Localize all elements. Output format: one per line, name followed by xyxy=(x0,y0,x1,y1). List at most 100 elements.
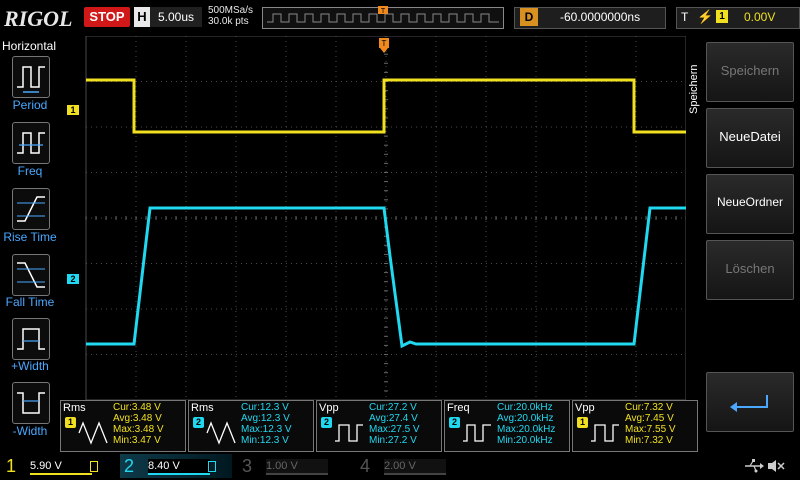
positive-width-icon xyxy=(17,328,45,350)
fall-time-label: Fall Time xyxy=(5,295,55,309)
measurement-max: Max:12.3 V xyxy=(241,424,292,435)
measurement-min: Min:27.2 V xyxy=(369,435,417,446)
measurement-min: Min:20.0kHz xyxy=(497,435,553,446)
menu-title: Speichern xyxy=(688,64,700,114)
measurement-values: Cur:12.3 V Avg:12.3 V Max:12.3 V Min:12.3 V xyxy=(241,402,292,446)
measurement-min: Min:3.47 V xyxy=(113,435,161,446)
measurement-box[interactable]: Vpp 2 Cur:27.2 V Avg:27.4 V Max:27.5 V Min:27… xyxy=(316,400,442,452)
channel-4-number: 4 xyxy=(360,456,371,476)
svg-text:T: T xyxy=(382,39,387,48)
frequency-button[interactable] xyxy=(12,122,50,164)
vpp-icon xyxy=(335,424,363,442)
measurement-avg: Avg:7.45 V xyxy=(625,413,674,424)
positive-width-label: +Width xyxy=(11,359,49,373)
return-arrow-icon xyxy=(730,395,768,412)
measurement-name: Rms xyxy=(191,402,214,414)
bandwidth-limit-icon xyxy=(208,461,216,472)
run-stop-indicator[interactable]: STOP xyxy=(84,7,130,27)
measurement-box[interactable]: Rms 2 Cur:12.3 V Avg:12.3 V Max:12.3 V Min:12… xyxy=(188,400,314,452)
measurement-values: Cur:20.0kHz Avg:20.0kHz Max:20.0kHz Min:20.… xyxy=(497,402,555,446)
trigger-status-box[interactable] xyxy=(676,7,800,29)
negative-width-button[interactable] xyxy=(12,382,50,424)
measurement-box[interactable]: Vpp 1 Cur:7.32 V Avg:7.45 V Max:7.55 V Min:7.… xyxy=(572,400,698,452)
measurement-name: Vpp xyxy=(575,402,595,414)
frequency-icon xyxy=(463,424,491,442)
delay-value: -60.0000000ns xyxy=(560,10,641,24)
return-softkey[interactable] xyxy=(706,372,794,432)
negative-width-icon xyxy=(17,392,45,414)
new-file-softkey-label: NeueDatei xyxy=(719,129,781,144)
measurement-cur: Cur:3.48 V xyxy=(113,402,161,413)
memory-depth: 30.0k pts xyxy=(208,16,249,27)
rise-time-icon xyxy=(17,196,45,222)
trigger-position-marker: T xyxy=(379,38,389,53)
usb-icon xyxy=(745,459,764,473)
trigger-source: 1 xyxy=(716,10,728,23)
measurement-box[interactable]: Rms 1 Cur:3.48 V Avg:3.48 V Max:3.48 V Min:3.… xyxy=(60,400,186,452)
measurement-values: Cur:7.32 V Avg:7.45 V Max:7.55 V Min:7.32 V xyxy=(625,402,676,446)
vpp-icon xyxy=(591,424,619,442)
measurement-cur: Cur:12.3 V xyxy=(241,402,289,413)
measurement-box[interactable]: Freq 2 Cur:20.0kHz Avg:20.0kHz Max:20.0kHz Mi… xyxy=(444,400,570,452)
frequency-label: Freq xyxy=(17,164,43,178)
speaker-muted-icon[interactable] xyxy=(766,458,786,474)
positive-width-button[interactable] xyxy=(12,318,50,360)
measurement-channel-badge: 2 xyxy=(321,417,332,428)
rms-icon xyxy=(206,421,236,445)
frequency-icon xyxy=(17,132,45,154)
negative-width-label: -Width xyxy=(12,424,48,438)
measurement-cur: Cur:7.32 V xyxy=(625,402,673,413)
new-folder-softkey[interactable]: NeueOrdner xyxy=(706,174,794,234)
channel-1-offset-marker[interactable]: 1 xyxy=(67,105,79,115)
measurement-avg: Avg:12.3 V xyxy=(241,413,290,424)
measurement-values: Cur:27.2 V Avg:27.4 V Max:27.5 V Min:27.2 V xyxy=(369,402,420,446)
rms-icon xyxy=(78,421,108,445)
delay-label: D xyxy=(520,8,538,26)
channel-3-scale: 1.00 V xyxy=(266,459,328,475)
measurement-name: Rms xyxy=(63,402,86,414)
horizontal-mode-indicator[interactable]: H xyxy=(134,7,150,27)
fall-time-button[interactable] xyxy=(12,254,50,296)
timebase-value[interactable]: 5.00us xyxy=(150,7,202,27)
svg-text:T: T xyxy=(381,8,386,15)
measurement-values: Cur:3.48 V Avg:3.48 V Max:3.48 V Min:3.47 V xyxy=(113,402,164,446)
waveform-display[interactable]: T xyxy=(60,36,686,400)
new-folder-softkey-label: NeueOrdner xyxy=(716,195,784,209)
channel-4-scale: 2.00 V xyxy=(384,459,446,475)
channel-3-number: 3 xyxy=(242,456,253,476)
channel-2-offset-marker[interactable]: 2 xyxy=(67,274,79,284)
menu-title-text: Speichern xyxy=(688,64,700,114)
measurement-max: Max:20.0kHz xyxy=(497,424,556,435)
sample-rate: 500MSa/s xyxy=(208,5,254,16)
trigger-edge-icon: ⚡ xyxy=(697,9,714,24)
measurement-max: Max:7.55 V xyxy=(625,424,676,435)
fall-time-icon xyxy=(17,262,45,288)
measurement-cur: Cur:20.0kHz xyxy=(497,402,553,413)
period-icon xyxy=(17,66,45,93)
delete-softkey[interactable]: Löschen xyxy=(706,240,794,300)
delete-softkey-label: Löschen xyxy=(725,261,775,276)
save-softkey-label: Speichern xyxy=(720,63,780,78)
measurement-channel-badge: 2 xyxy=(449,417,460,428)
channel-1-number: 1 xyxy=(6,456,17,476)
bandwidth-limit-icon xyxy=(90,461,98,472)
measurement-avg: Avg:3.48 V xyxy=(113,413,162,424)
trigger-level: 0.00V xyxy=(744,10,776,24)
period-label: Period xyxy=(12,98,48,112)
save-softkey[interactable]: Speichern xyxy=(706,42,794,102)
rise-time-button[interactable] xyxy=(12,188,50,230)
new-file-softkey[interactable]: NeueDatei xyxy=(706,108,794,168)
measurement-min: Min:7.32 V xyxy=(625,435,673,446)
measurement-max: Max:3.48 V xyxy=(113,424,164,435)
measurement-name: Vpp xyxy=(319,402,339,414)
measurement-channel-badge: 1 xyxy=(577,417,588,428)
trigger-label: T xyxy=(681,10,689,24)
channel-1-scale: 5.90 V xyxy=(30,459,92,475)
period-button[interactable] xyxy=(12,56,50,98)
measurement-channel-badge: 1 xyxy=(65,417,76,428)
measure-category-title[interactable]: Horizontal xyxy=(2,39,56,53)
measurement-avg: Avg:27.4 V xyxy=(369,413,418,424)
measurement-channel-badge: 2 xyxy=(193,417,204,428)
channel-2-scale: 8.40 V xyxy=(148,459,210,475)
rise-time-label: Rise Time xyxy=(3,230,57,244)
